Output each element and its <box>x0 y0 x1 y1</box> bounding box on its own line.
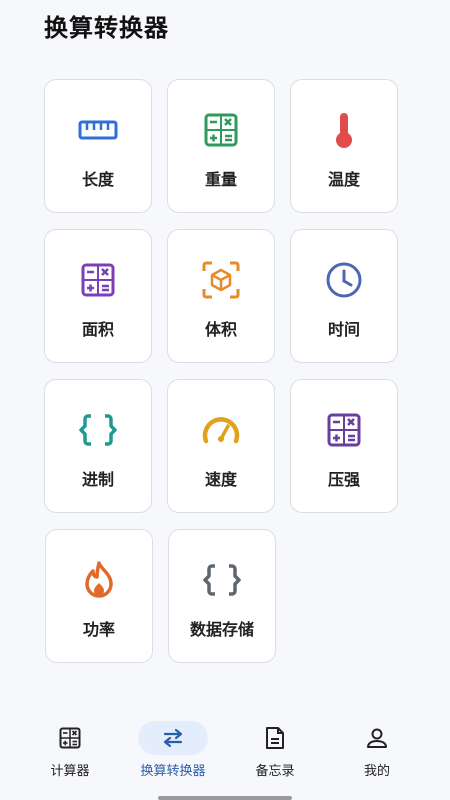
card-temperature[interactable]: 温度 <box>290 79 398 213</box>
nav-calculator[interactable]: 计算器 <box>15 717 125 783</box>
card-label: 长度 <box>81 170 114 189</box>
home-indicator <box>158 796 292 800</box>
card-label: 重量 <box>204 170 237 189</box>
card-speed[interactable]: 速度 <box>167 379 275 513</box>
card-label: 体积 <box>204 320 237 339</box>
card-label: 速度 <box>204 470 237 489</box>
calculator-icon <box>324 410 364 450</box>
swap-arrows-icon <box>138 721 208 755</box>
flame-icon <box>79 560 119 600</box>
card-label: 功率 <box>82 620 115 639</box>
nav-label: 换算转换器 <box>140 764 206 779</box>
nav-profile[interactable]: 我的 <box>322 717 432 783</box>
card-power[interactable]: 功率 <box>45 529 153 663</box>
braces-icon <box>202 560 242 600</box>
card-data-storage[interactable]: 数据存储 <box>168 529 276 663</box>
document-icon <box>240 721 310 755</box>
card-time[interactable]: 时间 <box>290 229 398 363</box>
page-title: 换算转换器 <box>44 14 169 42</box>
card-volume[interactable]: 体积 <box>167 229 275 363</box>
card-label: 时间 <box>327 320 360 339</box>
speedometer-icon <box>201 410 241 450</box>
card-pressure[interactable]: 压强 <box>290 379 398 513</box>
nav-converter[interactable]: 换算转换器 <box>118 717 228 783</box>
card-weight[interactable]: 重量 <box>167 79 275 213</box>
calculator-icon <box>78 260 118 300</box>
card-label: 进制 <box>81 470 114 489</box>
card-base[interactable]: 进制 <box>44 379 152 513</box>
nav-memo[interactable]: 备忘录 <box>220 717 330 783</box>
card-area[interactable]: 面积 <box>44 229 152 363</box>
calculator-icon <box>201 110 241 150</box>
braces-icon <box>78 410 118 450</box>
clock-icon <box>324 260 364 300</box>
person-icon <box>342 721 412 755</box>
card-label: 数据存储 <box>189 620 254 639</box>
card-length[interactable]: 长度 <box>44 79 152 213</box>
card-label: 温度 <box>327 170 360 189</box>
ruler-icon <box>78 110 118 150</box>
card-label: 压强 <box>327 470 360 489</box>
card-label: 面积 <box>81 320 114 339</box>
bottom-nav: 计算器 换算转换器 备忘录 我的 <box>0 705 450 800</box>
nav-label: 备忘录 <box>255 764 295 779</box>
nav-label: 计算器 <box>50 764 90 779</box>
calculator-icon <box>35 721 105 755</box>
nav-label: 我的 <box>363 764 390 779</box>
cube-scan-icon <box>201 260 241 300</box>
thermometer-icon <box>324 110 364 150</box>
